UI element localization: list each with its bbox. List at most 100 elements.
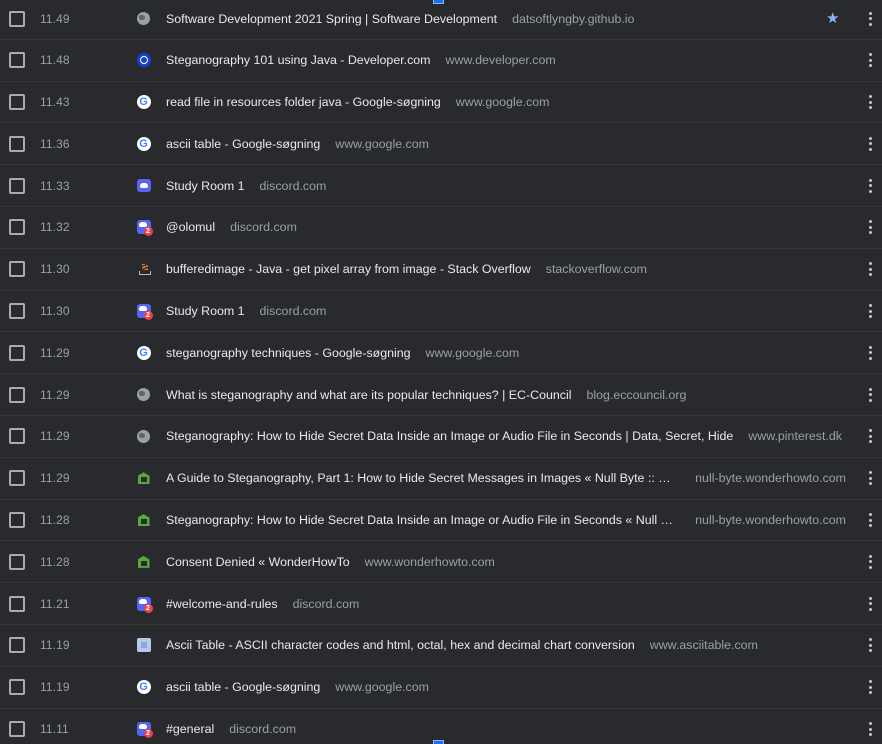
row-checkbox[interactable] (9, 303, 25, 320)
history-row[interactable]: 11.32 @olomul discord.com (0, 207, 882, 249)
more-actions-icon[interactable] (864, 261, 876, 277)
entry-link[interactable]: read file in resources folder java - Goo… (166, 95, 846, 109)
history-row[interactable]: 11.29 Steganography: How to Hide Secret … (0, 416, 882, 458)
entry-title[interactable]: read file in resources folder java - Goo… (166, 95, 441, 109)
more-actions-icon[interactable] (864, 345, 876, 361)
visit-time: 11.33 (40, 178, 70, 193)
entry-title[interactable]: Ascii Table - ASCII character codes and … (166, 638, 635, 652)
row-checkbox[interactable] (9, 386, 25, 403)
row-checkbox[interactable] (9, 344, 25, 361)
entry-link[interactable]: ascii table - Google-søgning www.google.… (166, 137, 846, 151)
history-row[interactable]: 11.29 A Guide to Steganography, Part 1: … (0, 458, 882, 500)
entry-title[interactable]: Steganography 101 using Java - Developer… (166, 53, 431, 67)
history-row[interactable]: 11.28 Consent Denied « WonderHowTo www.w… (0, 542, 882, 584)
entry-link[interactable]: bufferedimage - Java - get pixel array f… (166, 262, 846, 276)
row-checkbox[interactable] (9, 721, 25, 738)
entry-title[interactable]: steganography techniques - Google-søgnin… (166, 346, 411, 360)
history-row[interactable]: 11.30 Study Room 1 discord.com (0, 291, 882, 333)
row-checkbox[interactable] (9, 637, 25, 654)
history-row[interactable]: 11.33 Study Room 1 discord.com (0, 165, 882, 208)
row-checkbox[interactable] (9, 52, 25, 69)
more-actions-icon[interactable] (864, 52, 876, 68)
more-actions-icon[interactable] (864, 554, 876, 570)
entry-link[interactable]: ascii table - Google-søgning www.google.… (166, 680, 846, 694)
entry-link[interactable]: Software Development 2021 Spring | Softw… (166, 12, 818, 26)
more-actions-icon[interactable] (864, 721, 876, 737)
history-row[interactable]: 11.49 Software Development 2021 Spring |… (0, 0, 882, 40)
history-list: 11.49 Software Development 2021 Spring |… (0, 0, 882, 744)
entry-title[interactable]: Software Development 2021 Spring | Softw… (166, 12, 497, 26)
visit-time: 11.21 (40, 596, 70, 611)
entry-title[interactable]: What is steganography and what are its p… (166, 388, 571, 402)
row-checkbox[interactable] (9, 553, 25, 570)
history-row[interactable]: 11.30 bufferedimage - Java - get pixel a… (0, 249, 882, 291)
entry-title[interactable]: ascii table - Google-søgning (166, 137, 320, 151)
asciitable-icon (136, 638, 151, 653)
more-actions-icon[interactable] (864, 11, 876, 27)
entry-title[interactable]: Steganography: How to Hide Secret Data I… (166, 429, 733, 443)
entry-link[interactable]: Consent Denied « WonderHowTo www.wonderh… (166, 555, 846, 569)
more-actions-icon[interactable] (864, 94, 876, 110)
row-checkbox[interactable] (9, 428, 25, 445)
entry-domain: null-byte.wonderhowto.com (695, 471, 846, 486)
more-actions-icon[interactable] (864, 387, 876, 403)
entry-title[interactable]: Consent Denied « WonderHowTo (166, 555, 350, 569)
entry-title[interactable]: Study Room 1 (166, 179, 245, 193)
row-checkbox[interactable] (9, 512, 25, 529)
entry-title[interactable]: @olomul (166, 220, 215, 234)
more-actions-icon[interactable] (864, 679, 876, 695)
entry-domain: www.wonderhowto.com (364, 554, 495, 569)
entry-title[interactable]: A Guide to Steganography, Part 1: How to… (166, 471, 680, 485)
row-checkbox[interactable] (9, 94, 25, 111)
entry-domain: www.pinterest.dk (748, 429, 842, 444)
entry-title[interactable]: #welcome-and-rules (166, 597, 278, 611)
row-checkbox[interactable] (9, 135, 25, 152)
history-row[interactable]: 11.36 ascii table - Google-søgning www.g… (0, 124, 882, 166)
entry-title[interactable]: bufferedimage - Java - get pixel array f… (166, 262, 531, 276)
row-checkbox[interactable] (9, 595, 25, 612)
row-checkbox[interactable] (9, 470, 25, 487)
entry-link[interactable]: A Guide to Steganography, Part 1: How to… (166, 471, 846, 485)
more-actions-icon[interactable] (864, 596, 876, 612)
entry-title[interactable]: Study Room 1 (166, 304, 245, 318)
more-actions-icon[interactable] (864, 178, 876, 194)
entry-link[interactable]: What is steganography and what are its p… (166, 388, 846, 402)
history-row[interactable]: 11.19 Ascii Table - ASCII character code… (0, 625, 882, 667)
more-actions-icon[interactable] (864, 428, 876, 444)
entry-link[interactable]: Steganography: How to Hide Secret Data I… (166, 429, 846, 443)
history-row[interactable]: 11.29 steganography techniques - Google-… (0, 333, 882, 375)
bookmark-star-icon[interactable]: ★ (826, 11, 839, 26)
entry-link[interactable]: Steganography 101 using Java - Developer… (166, 53, 846, 67)
entry-link[interactable]: #general discord.com (166, 722, 846, 736)
entry-title[interactable]: Steganography: How to Hide Secret Data I… (166, 513, 680, 527)
more-actions-icon[interactable] (864, 136, 876, 152)
entry-link[interactable]: Steganography: How to Hide Secret Data I… (166, 513, 846, 527)
more-actions-icon[interactable] (864, 512, 876, 528)
row-checkbox[interactable] (9, 261, 25, 278)
more-actions-icon[interactable] (864, 303, 876, 319)
history-row[interactable]: 11.19 ascii table - Google-søgning www.g… (0, 667, 882, 709)
entry-link[interactable]: Ascii Table - ASCII character codes and … (166, 638, 846, 652)
entry-link[interactable]: steganography techniques - Google-søgnin… (166, 346, 846, 360)
developer-com-icon (136, 53, 151, 68)
row-checkbox[interactable] (9, 10, 25, 27)
entry-title[interactable]: ascii table - Google-søgning (166, 680, 320, 694)
entry-link[interactable]: Study Room 1 discord.com (166, 179, 846, 193)
history-row[interactable]: 11.43 read file in resources folder java… (0, 82, 882, 124)
row-checkbox[interactable] (9, 679, 25, 696)
history-row[interactable]: 11.28 Steganography: How to Hide Secret … (0, 500, 882, 542)
history-row[interactable]: 11.21 #welcome-and-rules discord.com (0, 583, 882, 626)
more-actions-icon[interactable] (864, 470, 876, 486)
more-actions-icon[interactable] (864, 637, 876, 653)
history-row[interactable]: 11.48 Steganography 101 using Java - Dev… (0, 40, 882, 82)
entry-link[interactable]: Study Room 1 discord.com (166, 304, 846, 318)
history-row[interactable]: 11.11 #general discord.com (0, 709, 882, 744)
entry-link[interactable]: @olomul discord.com (166, 220, 846, 234)
history-row[interactable]: 11.29 What is steganography and what are… (0, 374, 882, 417)
row-checkbox[interactable] (9, 219, 25, 236)
wonderhowto-icon (136, 471, 151, 486)
entry-link[interactable]: #welcome-and-rules discord.com (166, 597, 846, 611)
entry-title[interactable]: #general (166, 722, 214, 736)
row-checkbox[interactable] (9, 177, 25, 194)
more-actions-icon[interactable] (864, 219, 876, 235)
